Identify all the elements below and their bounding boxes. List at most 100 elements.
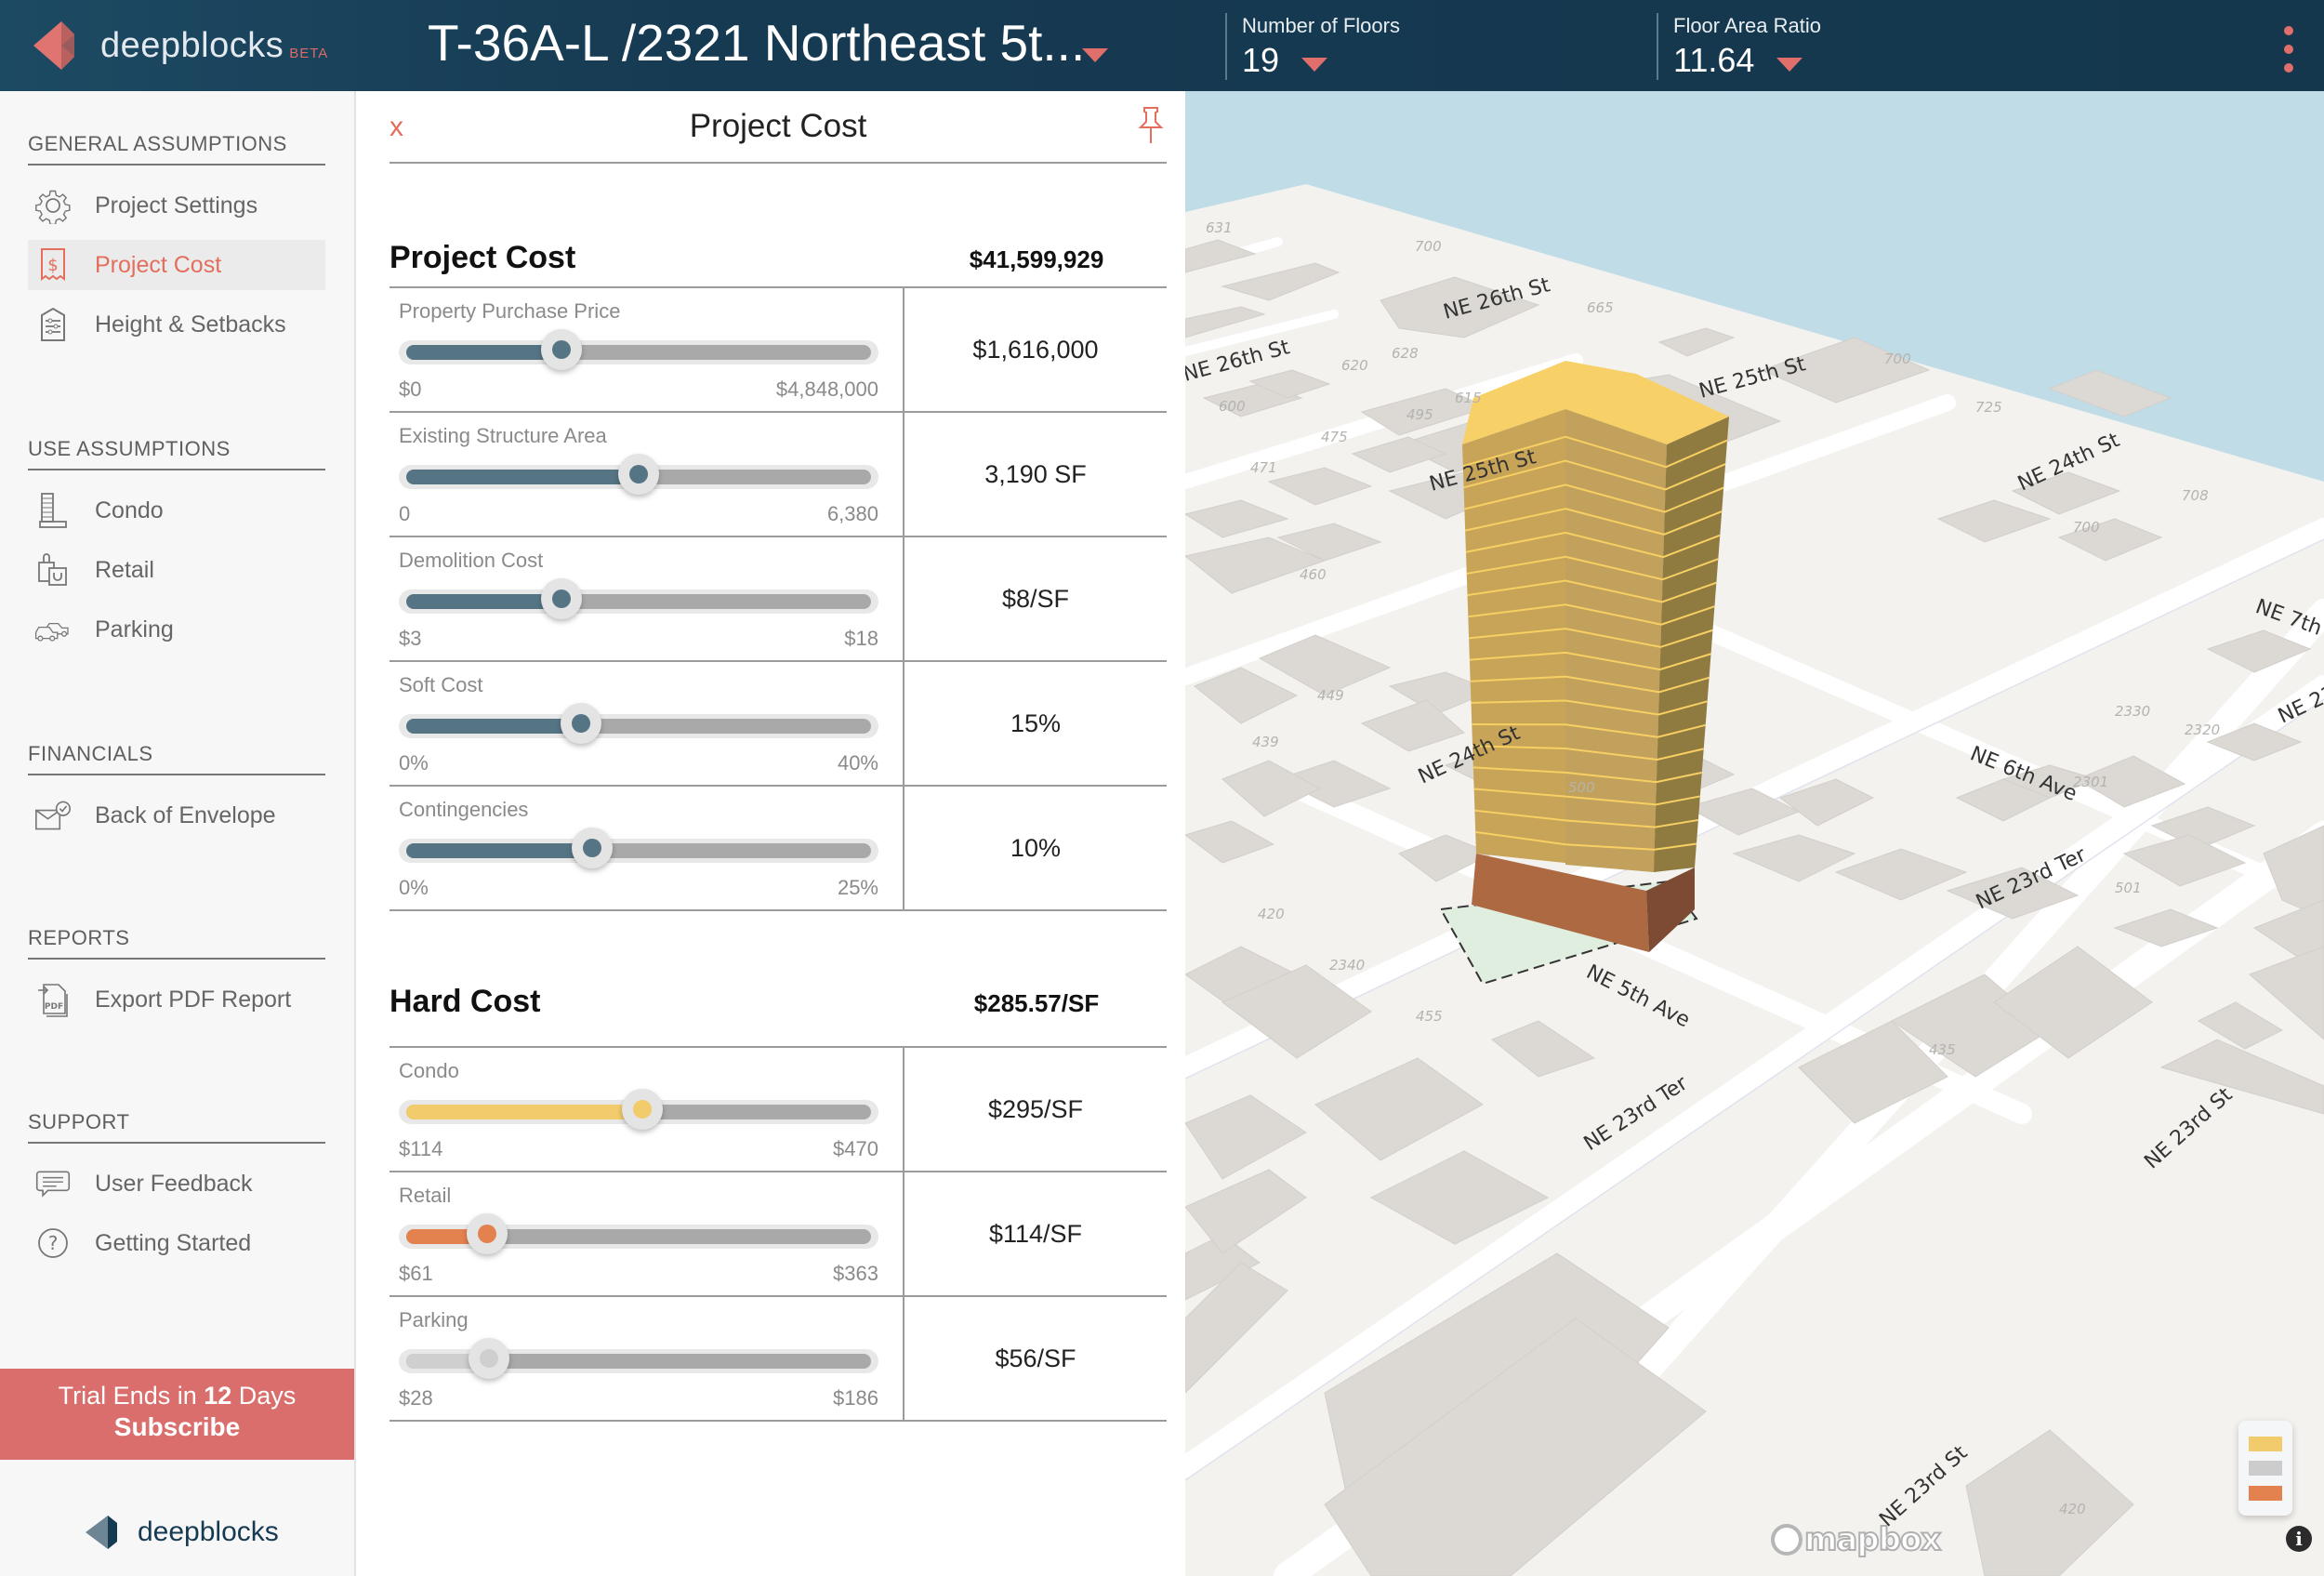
range-min: 0	[399, 502, 411, 525]
floors-value: 19	[1242, 41, 1280, 80]
mapbox-attribution[interactable]: mapbox	[1771, 1520, 1942, 1559]
slider-track[interactable]	[406, 843, 871, 858]
row-label: Parking	[399, 1308, 469, 1331]
slider-fill	[406, 594, 561, 609]
cost-rows: Property Purchase Price $0 $4,848,000 $1,61…	[390, 286, 1167, 911]
range-min: $114	[399, 1137, 443, 1160]
chat-bubble-icon	[32, 1164, 74, 1203]
subscribe-button[interactable]: Subscribe	[0, 1412, 354, 1442]
range-max: $470	[833, 1137, 878, 1160]
slider-track[interactable]	[406, 719, 871, 734]
row-value: $56/SF	[995, 1344, 1076, 1372]
metric-label: Number of Floors	[1242, 14, 1400, 37]
far-value: 11.64	[1673, 41, 1755, 80]
svg-text:420: 420	[1258, 906, 1285, 922]
row-label: Soft Cost	[399, 673, 483, 696]
slider-thumb[interactable]	[540, 329, 582, 370]
svg-text:620: 620	[1341, 357, 1368, 374]
cost-slider[interactable]	[399, 1089, 878, 1130]
trial-days: 12	[204, 1382, 232, 1410]
range-min: $28	[399, 1386, 433, 1410]
beta-badge: BETA	[289, 45, 329, 61]
cost-slider[interactable]	[399, 578, 878, 619]
sidebar-item-project-cost[interactable]: $ Project Cost	[28, 240, 325, 290]
slider-thumb[interactable]	[540, 578, 582, 619]
sidebar-item-back-of-envelope[interactable]: Back of Envelope	[28, 790, 325, 841]
nav-label: Condo	[95, 497, 164, 523]
sidebar-item-parking[interactable]: Parking	[28, 604, 325, 655]
legend-swatch-parking[interactable]	[2249, 1461, 2282, 1476]
row-value: 10%	[1010, 833, 1062, 862]
slider-cell: Condo $114 $470	[390, 1048, 905, 1171]
slider-thumb[interactable]	[560, 703, 601, 744]
cost-slider[interactable]	[399, 703, 878, 744]
project-dropdown-caret-icon[interactable]	[1082, 48, 1108, 62]
cost-slider[interactable]	[399, 1213, 878, 1254]
cost-row: Soft Cost 0% 40% 15%	[390, 662, 1167, 787]
brand-name: deepblocks	[100, 25, 284, 65]
cost-slider[interactable]	[399, 454, 878, 495]
svg-text:475: 475	[1321, 429, 1348, 445]
group-total: $285.57/SF	[973, 989, 1100, 1017]
cost-slider[interactable]	[399, 828, 878, 868]
shopping-bags-icon	[32, 550, 74, 589]
metric-label: Floor Area Ratio	[1673, 14, 1821, 37]
info-button[interactable]: i	[2278, 1518, 2319, 1559]
svg-text:501: 501	[2115, 880, 2142, 896]
cost-rows: Condo $114 $470 $295/SF Retail $61 $363 $114/SF…	[390, 1046, 1167, 1422]
map-canvas[interactable]: NE 26th St NE 26th St NE 25th St NE 25th…	[1185, 91, 2324, 1576]
range-min: 0%	[399, 876, 429, 899]
row-label: Property Purchase Price	[399, 299, 621, 323]
nav-label: Height & Setbacks	[95, 311, 286, 338]
row-value: $8/SF	[1001, 584, 1070, 613]
svg-text:665: 665	[1587, 299, 1614, 316]
floors-dropdown-caret-icon[interactable]	[1301, 57, 1328, 72]
map-view[interactable]: NE 26th St NE 26th St NE 25th St NE 25th…	[1185, 91, 2324, 1576]
pin-icon[interactable]	[1135, 106, 1167, 145]
app-logo[interactable]: deepblocks BETA	[33, 19, 328, 73]
cost-slider[interactable]	[399, 329, 878, 370]
svg-text:600: 600	[1219, 398, 1246, 415]
floor-area-ratio-metric: Floor Area Ratio 11.64	[1657, 13, 1821, 80]
svg-text:495: 495	[1406, 406, 1433, 423]
more-menu-icon[interactable]	[2279, 26, 2298, 73]
range-max: $4,848,000	[775, 377, 878, 401]
svg-text:700: 700	[1415, 238, 1442, 255]
group-title: Hard Cost	[390, 984, 541, 1019]
sidebar-item-height-setbacks[interactable]: Height & Setbacks	[28, 299, 325, 350]
cost-slider[interactable]	[399, 1338, 878, 1379]
slider-thumb[interactable]	[572, 828, 613, 868]
sidebar-item-getting-started[interactable]: ? Getting Started	[28, 1218, 325, 1268]
slider-thumb[interactable]	[622, 1089, 663, 1130]
sidebar-item-retail[interactable]: Retail	[28, 545, 325, 595]
sidebar-item-project-settings[interactable]: Project Settings	[28, 180, 325, 231]
subscribe-banner[interactable]: Trial Ends in 12 Days Subscribe	[0, 1369, 354, 1460]
top-bar: deepblocks BETA T-36A-L /2321 Northeast …	[0, 0, 2324, 91]
svg-text:455: 455	[1416, 1008, 1443, 1025]
slider-cell: Property Purchase Price $0 $4,848,000	[390, 288, 905, 411]
sidebar-item-export-pdf-report[interactable]: PDF Export PDF Report	[28, 974, 325, 1025]
row-label: Condo	[399, 1059, 459, 1082]
svg-text:$: $	[47, 256, 58, 275]
slider-track[interactable]	[406, 594, 871, 609]
svg-text:2330: 2330	[2115, 703, 2150, 720]
slider-track[interactable]	[406, 345, 871, 360]
sidebar-item-condo[interactable]: Condo	[28, 485, 325, 536]
slider-thumb[interactable]	[618, 454, 659, 495]
slider-cell: Parking $28 $186	[390, 1297, 905, 1420]
section-general-assumptions: GENERAL ASSUMPTIONS	[28, 132, 325, 166]
sidebar-item-user-feedback[interactable]: User Feedback	[28, 1159, 325, 1209]
legend-swatch-condo[interactable]	[2249, 1436, 2282, 1451]
footer-brand: deepblocks	[138, 1516, 279, 1547]
project-title[interactable]: T-36A-L /2321 Northeast 5t...	[428, 13, 1085, 73]
slider-thumb[interactable]	[468, 1338, 509, 1379]
legend-swatch-retail[interactable]	[2249, 1485, 2282, 1501]
slider-thumb[interactable]	[467, 1213, 508, 1254]
panel-header: x Project Cost	[390, 91, 1167, 164]
building-icon	[32, 491, 74, 530]
section-support: SUPPORT	[28, 1110, 325, 1144]
row-value: 15%	[1010, 709, 1062, 737]
envelope-check-icon	[32, 796, 74, 835]
far-dropdown-caret-icon[interactable]	[1776, 57, 1803, 72]
slider-fill	[406, 843, 592, 858]
